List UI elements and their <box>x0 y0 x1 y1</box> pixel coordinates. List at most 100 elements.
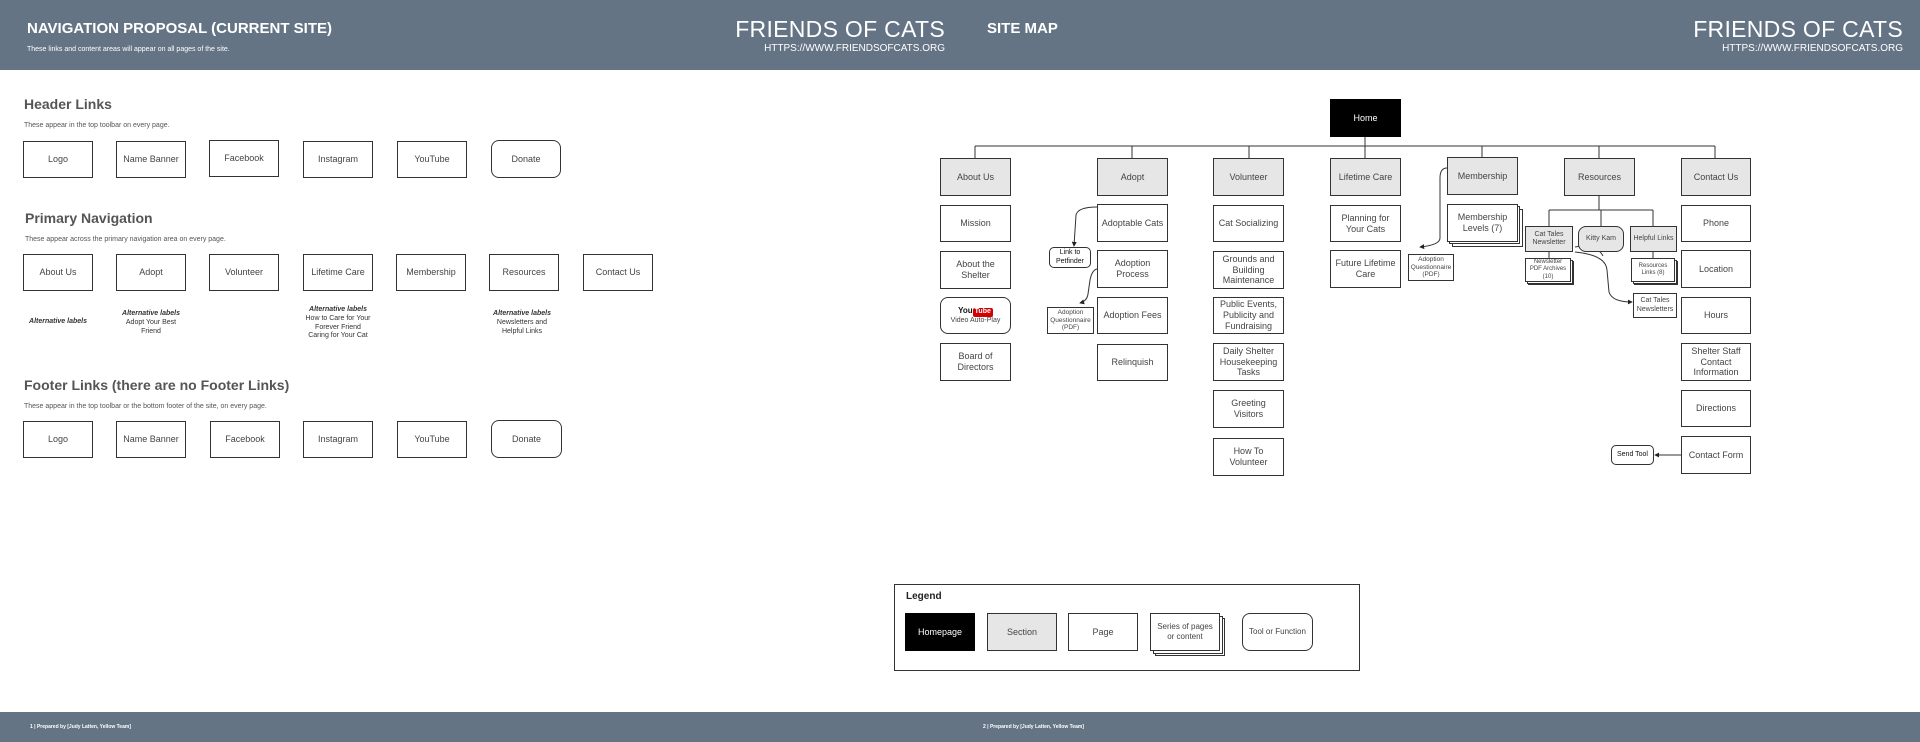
nav-item-lifetime-care: Lifetime Care <box>303 254 373 291</box>
alt-label-line: Forever Friend <box>315 323 361 331</box>
sitemap-page-adoptable-cats: Adoptable Cats <box>1097 204 1168 242</box>
brand-url-left: HTTPS://WWW.FRIENDSOFCATS.ORG <box>764 43 945 54</box>
header-links-desc: These appear in the top toolbar on every… <box>24 122 170 129</box>
header-links-title: Header Links <box>24 96 112 112</box>
sitemap-page-helpful-links: Helpful Links <box>1630 226 1677 252</box>
header-link-name-banner: Name Banner <box>116 141 186 178</box>
sitemap-page-adoption-fees: Adoption Fees <box>1097 297 1168 334</box>
footer-banner <box>0 712 1920 742</box>
left-page-title: NAVIGATION PROPOSAL (CURRENT SITE) <box>27 20 333 37</box>
legend-homepage: Homepage <box>905 613 975 651</box>
sitemap-page-greeting-visitors: Greeting Visitors <box>1213 390 1284 428</box>
legend-series: Series of pages or content <box>1150 613 1226 658</box>
alt-labels-adopt: Alternative labels Adopt Your Best Frien… <box>106 310 196 336</box>
alt-labels-resources: Alternative labels Newsletters and Helpf… <box>477 310 567 336</box>
header-link-donate: Donate <box>491 140 561 178</box>
right-page-title: SITE MAP <box>987 20 1058 37</box>
sitemap-section-resources: Resources <box>1564 158 1635 196</box>
youtube-logo-tube: Tube <box>972 308 993 317</box>
alt-label-line: Newsletters and <box>496 318 548 326</box>
sitemap-page-cat-tales-newsletter: Cat Tales Newsletter <box>1525 226 1573 252</box>
footer-link-logo: Logo <box>23 421 93 458</box>
alt-label-line: How to Care for Your <box>305 314 371 322</box>
sitemap-page-staff-contact: Shelter Staff Contact Information <box>1681 343 1751 381</box>
sitemap-section-membership: Membership <box>1447 157 1518 195</box>
header-link-youtube: YouTube <box>397 141 467 178</box>
sitemap-page-housekeeping: Daily Shelter Housekeeping Tasks <box>1213 343 1284 381</box>
header-link-logo: Logo <box>23 141 93 178</box>
footer-left-text: 1 | Prepared by [Judy Latten, Yellow Tea… <box>30 724 131 730</box>
alt-label-line: Adopt Your Best <box>125 318 177 326</box>
left-page-subtitle: These links and content areas will appea… <box>27 46 230 53</box>
alt-labels-resources-heading: Alternative labels <box>493 310 551 317</box>
sitemap-page-contact-form: Contact Form <box>1681 436 1751 474</box>
legend-page: Page <box>1068 613 1138 651</box>
sitemap-page-kitty-kam: Kitty Kam <box>1578 226 1624 252</box>
alt-labels-lifetime-heading: Alternative labels <box>309 306 367 313</box>
sitemap-section-volunteer: Volunteer <box>1213 158 1284 196</box>
sitemap-page-location: Location <box>1681 250 1751 288</box>
brand-url-right: HTTPS://WWW.FRIENDSOFCATS.ORG <box>1722 43 1903 54</box>
sitemap-page-future-care: Future Lifetime Care <box>1330 250 1401 288</box>
sitemap-page-adoption-questionnaire: Adoption Questionnaire (PDF) <box>1047 307 1094 334</box>
primary-nav-desc: These appear across the primary navigati… <box>25 236 226 243</box>
nav-item-contact-us: Contact Us <box>583 254 653 291</box>
legend-series-label: Series of pages or content <box>1150 613 1220 651</box>
nav-item-adopt: Adopt <box>116 254 186 291</box>
footer-link-donate: Donate <box>491 420 562 458</box>
alt-label-line: Helpful Links <box>501 327 543 335</box>
sitemap-page-mission: Mission <box>940 205 1011 242</box>
membership-levels-label: Membership Levels (7) <box>1447 204 1518 242</box>
sitemap-section-adopt: Adopt <box>1097 158 1168 196</box>
alt-label-line: Caring for Your Cat <box>308 332 368 340</box>
sitemap-page-grounds: Grounds and Building Maintenance <box>1213 251 1284 289</box>
resources-links-label: Resources Links (8) <box>1631 258 1675 282</box>
sitemap-page-about-shelter: About the Shelter <box>940 251 1011 289</box>
alt-labels-adopt-heading: Alternative labels <box>122 310 180 317</box>
sitemap-section-about-us: About Us <box>940 158 1011 196</box>
nav-item-membership: Membership <box>396 254 466 291</box>
sitemap-tool-send: Send Tool <box>1611 445 1654 465</box>
sitemap-series-newsletter-archives: Newsletter PDF Archives (10) <box>1525 258 1575 285</box>
sitemap-page-hours: Hours <box>1681 297 1751 334</box>
sitemap-page-planning: Planning for Your Cats <box>1330 205 1401 242</box>
sitemap-tool-youtube-autoplay: You Tube Video Auto-Play <box>940 297 1011 334</box>
footer-link-instagram: Instagram <box>303 421 373 458</box>
sitemap-page-directions: Directions <box>1681 390 1751 427</box>
sitemap-tool-link-petfinder: Link to Petfinder <box>1049 247 1091 268</box>
alt-label-line: Friend <box>141 327 161 335</box>
legend-tool: Tool or Function <box>1242 613 1313 651</box>
sitemap-series-resources-links: Resources Links (8) <box>1631 258 1679 285</box>
sitemap-series-membership-levels: Membership Levels (7) <box>1447 204 1523 248</box>
sitemap-page-cat-socializing: Cat Socializing <box>1213 205 1284 242</box>
sitemap-page-membership-questionnaire: Adoption Questionnaire (PDF) <box>1408 254 1454 281</box>
brand-left: FRIENDS OF CATS <box>735 16 945 42</box>
sitemap-page-public-events: Public Events, Publicity and Fundraising <box>1213 297 1284 334</box>
footer-link-youtube: YouTube <box>397 421 467 458</box>
sitemap-page-cat-tales-newsletters: Cat Tales Newsletters <box>1633 293 1677 318</box>
nav-item-resources: Resources <box>489 254 559 291</box>
alt-labels-about: Alternative labels <box>18 318 98 327</box>
youtube-logo-you: You <box>958 306 973 316</box>
sitemap-section-lifetime-care: Lifetime Care <box>1330 158 1401 196</box>
newsletter-archives-label: Newsletter PDF Archives (10) <box>1525 258 1571 282</box>
nav-item-volunteer: Volunteer <box>209 254 279 291</box>
sitemap-page-board: Board of Directors <box>940 343 1011 381</box>
sitemap-home: Home <box>1330 99 1401 137</box>
primary-nav-title: Primary Navigation <box>25 210 153 226</box>
alt-labels-about-heading: Alternative labels <box>29 318 87 325</box>
brand-right: FRIENDS OF CATS <box>1693 16 1903 42</box>
footer-link-name-banner: Name Banner <box>116 421 186 458</box>
nav-item-about-us: About Us <box>23 254 93 291</box>
footer-links-desc: These appear in the top toolbar or the b… <box>24 403 267 410</box>
sitemap-page-phone: Phone <box>1681 205 1751 242</box>
header-link-instagram: Instagram <box>303 141 373 178</box>
alt-labels-lifetime: Alternative labels How to Care for Your … <box>288 306 388 341</box>
sitemap-section-contact-us: Contact Us <box>1681 158 1751 196</box>
legend-section: Section <box>987 613 1057 651</box>
sitemap-page-relinquish: Relinquish <box>1097 344 1168 381</box>
footer-link-facebook: Facebook <box>210 421 280 458</box>
youtube-autoplay-label: Video Auto-Play <box>950 316 1001 324</box>
header-link-facebook: Facebook <box>209 140 279 177</box>
footer-links-title: Footer Links (there are no Footer Links) <box>24 377 290 393</box>
